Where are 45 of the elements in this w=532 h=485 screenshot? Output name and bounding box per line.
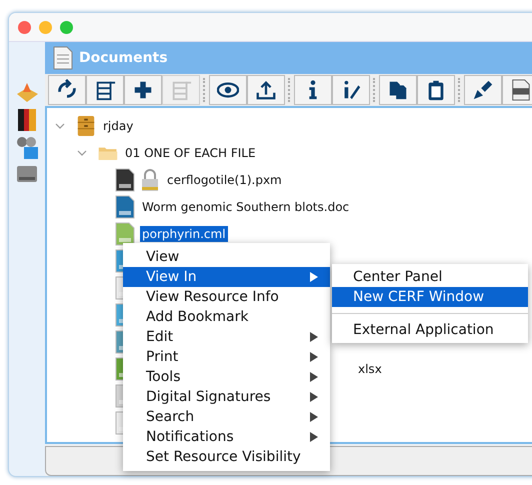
info-button[interactable] bbox=[294, 75, 332, 105]
copy-icon bbox=[387, 79, 409, 101]
menu-item[interactable]: Digital Signatures bbox=[123, 387, 330, 407]
menu-item[interactable]: Add Bookmark bbox=[123, 307, 330, 327]
panel-title: Documents bbox=[79, 50, 168, 66]
tree-item-label[interactable]: rjday bbox=[101, 118, 136, 134]
file-icon bbox=[115, 168, 135, 192]
cabinet-minus-icon bbox=[170, 79, 192, 101]
menu-item[interactable]: External Application bbox=[332, 320, 528, 340]
refresh-icon bbox=[56, 79, 78, 101]
document-icon bbox=[53, 46, 73, 70]
menu-item[interactable]: Notifications bbox=[123, 427, 330, 447]
menu-item[interactable]: Tools bbox=[123, 367, 330, 387]
pdf-button[interactable] bbox=[502, 75, 532, 105]
info-edit-button[interactable] bbox=[332, 75, 370, 105]
tree-item-label[interactable]: xlsx bbox=[356, 360, 384, 376]
menu-item[interactable]: View Resource Info bbox=[123, 287, 330, 307]
menu-item[interactable]: New CERF Window bbox=[332, 287, 528, 307]
add-cabinet-button[interactable] bbox=[86, 75, 124, 105]
tree-item-label[interactable]: 01 ONE OF EACH FILE bbox=[123, 144, 258, 160]
plus-icon bbox=[132, 79, 154, 101]
tree-item-label[interactable]: cerflogotile(1).pxm bbox=[165, 172, 284, 188]
pen-button[interactable] bbox=[464, 75, 502, 105]
tree-item-label[interactable]: porphyrin.cml bbox=[140, 226, 228, 242]
plus-button[interactable] bbox=[124, 75, 162, 105]
upload-icon bbox=[255, 79, 277, 101]
pen-icon bbox=[472, 79, 494, 101]
refresh-button[interactable] bbox=[48, 75, 86, 105]
copy-button[interactable] bbox=[379, 75, 417, 105]
menu-item[interactable]: Print bbox=[123, 347, 330, 367]
menu-item[interactable]: Center Panel bbox=[332, 267, 528, 287]
cabinet-icon bbox=[76, 114, 96, 138]
menu-item[interactable]: View bbox=[123, 247, 330, 267]
menu-item[interactable]: Search bbox=[123, 407, 330, 427]
file-icon bbox=[115, 194, 135, 218]
cabinet-plus-icon bbox=[94, 79, 116, 101]
paste-button[interactable] bbox=[417, 75, 455, 105]
eye-button[interactable] bbox=[209, 75, 247, 105]
upload-button[interactable] bbox=[247, 75, 285, 105]
close-button[interactable] bbox=[18, 20, 31, 34]
document-icon bbox=[510, 79, 532, 101]
menu-item[interactable]: View In bbox=[123, 267, 330, 287]
tree-item-label[interactable]: Worm genomic Southern blots.doc bbox=[140, 198, 352, 214]
menu-item[interactable]: Edit bbox=[123, 327, 330, 347]
menu-item[interactable]: Set Resource Visibility bbox=[123, 447, 330, 467]
